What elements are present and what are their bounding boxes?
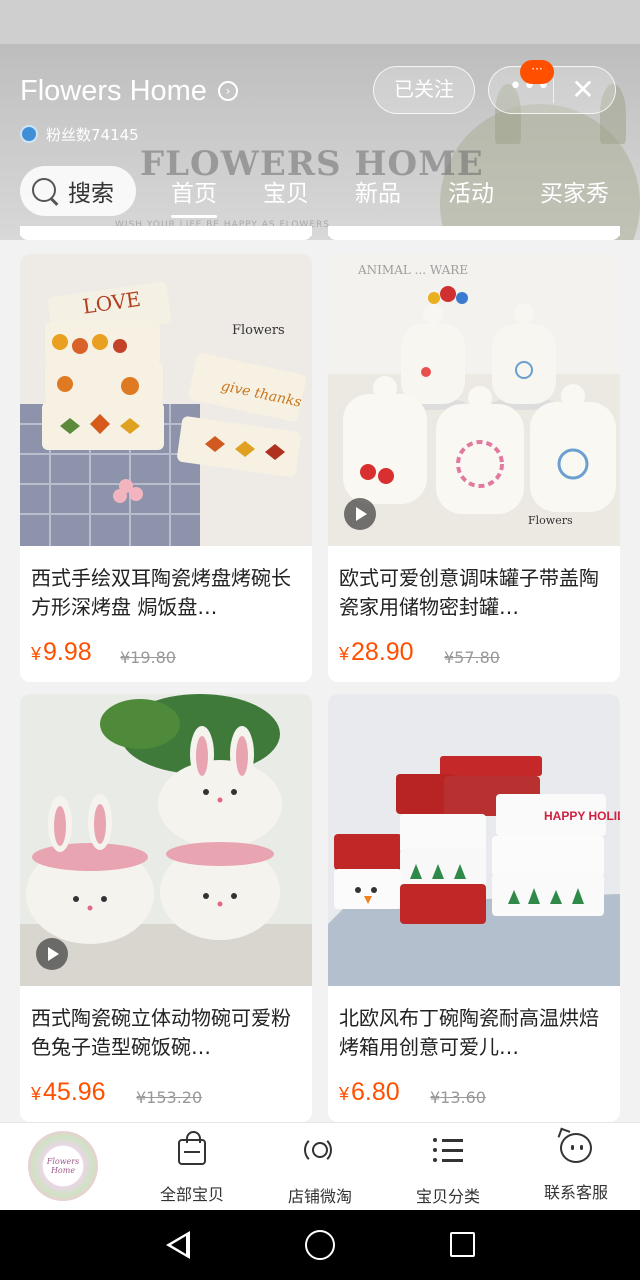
product-price: ¥9.98 <box>31 638 92 666</box>
shop-tabs: 首页 宝贝 新品 活动 买家秀 <box>150 174 640 218</box>
tab-events[interactable]: 活动 <box>448 174 494 208</box>
image-caption: Flowers <box>528 514 573 527</box>
product-price: ¥45.96 <box>31 1078 106 1106</box>
video-play-icon[interactable] <box>36 938 68 970</box>
fans-badge-icon <box>20 125 38 143</box>
search-button[interactable]: 搜索 <box>20 166 136 216</box>
product-image-pudding-bowls[interactable]: HAPPY HOLIDAYS <box>328 694 620 986</box>
shop-bottom-bar: Flowers Home 全部宝贝 店铺微淘 宝贝分类 联系客服 <box>0 1122 640 1210</box>
tab-items[interactable]: 宝贝 <box>263 174 309 208</box>
search-icon <box>30 176 60 206</box>
product-title[interactable]: 北欧风布丁碗陶瓷耐高温烘焙烤箱用创意可爱儿… <box>339 1004 609 1062</box>
product-image-baking-dishes[interactable]: give thanks LOVE Flowers <box>20 254 312 546</box>
nav-label: 全部宝贝 <box>159 1185 224 1204</box>
system-navigation-bar <box>0 1210 640 1280</box>
nav-label: 店铺微淘 <box>287 1187 352 1206</box>
card-stub <box>20 226 312 240</box>
nav-categories[interactable]: 宝贝分类 <box>398 1133 498 1206</box>
shop-logo[interactable]: Flowers Home <box>28 1131 98 1201</box>
product-image-seasoning-jars[interactable]: ANIMAL ... WARE Flowers <box>328 254 620 546</box>
shopping-bag-icon <box>178 1131 206 1165</box>
back-icon[interactable] <box>166 1231 190 1259</box>
nav-customer-service[interactable]: 联系客服 <box>526 1133 626 1205</box>
original-price: ¥13.60 <box>430 1088 486 1107</box>
notification-badge: ··· <box>520 60 554 84</box>
card-stub <box>328 226 620 240</box>
search-label: 搜索 <box>68 181 114 207</box>
chevron-right-icon[interactable]: › <box>218 81 238 101</box>
nav-all-items[interactable]: 全部宝贝 <box>142 1131 242 1205</box>
product-card[interactable]: give thanks LOVE Flowers 西式手绘双耳陶瓷烤盘烤碗长方形… <box>20 254 312 682</box>
product-title[interactable]: 西式陶瓷碗立体动物碗可爱粉色兔子造型碗饭碗… <box>31 1004 301 1062</box>
image-caption: HAPPY HOLIDAYS <box>544 809 620 823</box>
capsule-divider <box>553 79 554 103</box>
tab-new[interactable]: 新品 <box>355 174 401 208</box>
product-price: ¥28.90 <box>339 638 414 666</box>
product-card[interactable]: 西式陶瓷碗立体动物碗可爱粉色兔子造型碗饭碗… ¥45.96 ¥153.20 <box>20 694 312 1122</box>
svg-text:ANIMAL ... WARE: ANIMAL ... WARE <box>357 263 468 277</box>
chat-face-icon <box>560 1133 592 1163</box>
product-image-rabbit-bowls[interactable] <box>20 694 312 986</box>
tab-buyer-shows[interactable]: 买家秀 <box>540 174 609 208</box>
product-card[interactable]: ANIMAL ... WARE Flowers 欧式可爱创意调味罐子带盖陶瓷家用… <box>328 254 620 682</box>
close-icon[interactable]: ✕ <box>565 75 601 105</box>
status-bar <box>0 0 640 44</box>
nav-shop-feed[interactable]: 店铺微淘 <box>270 1133 370 1206</box>
original-price: ¥153.20 <box>136 1088 203 1107</box>
broadcast-icon <box>303 1133 337 1167</box>
nav-label: 宝贝分类 <box>415 1187 480 1206</box>
original-price: ¥57.80 <box>444 648 500 667</box>
shop-header: FLOWERS HOME WISH YOUR LIFE BE HAPPY AS … <box>0 44 640 240</box>
nav-label: 联系客服 <box>543 1183 608 1202</box>
product-title[interactable]: 欧式可爱创意调味罐子带盖陶瓷家用储物密封罐… <box>339 564 609 622</box>
follow-button[interactable]: 已关注 <box>373 66 475 114</box>
shop-name[interactable]: Flowers Home <box>20 75 207 108</box>
tab-home[interactable]: 首页 <box>171 174 217 218</box>
list-icon <box>431 1133 465 1167</box>
product-price: ¥6.80 <box>339 1078 400 1106</box>
original-price: ¥19.80 <box>120 648 176 667</box>
fans-count: 粉丝数74145 <box>46 125 139 144</box>
image-caption: Flowers <box>232 323 285 338</box>
recent-apps-icon[interactable] <box>450 1232 475 1257</box>
shop-logo-text: Flowers Home <box>46 1157 80 1175</box>
product-card[interactable]: HAPPY HOLIDAYS 北欧风布丁碗陶瓷耐高温烘焙烤箱用创意可爱儿… ¥6… <box>328 694 620 1122</box>
fans-count-row: 粉丝数74145 <box>20 123 139 145</box>
product-title[interactable]: 西式手绘双耳陶瓷烤盘烤碗长方形深烤盘 焗饭盘… <box>31 564 301 622</box>
video-play-icon[interactable] <box>344 498 376 530</box>
home-icon[interactable] <box>305 1230 335 1260</box>
